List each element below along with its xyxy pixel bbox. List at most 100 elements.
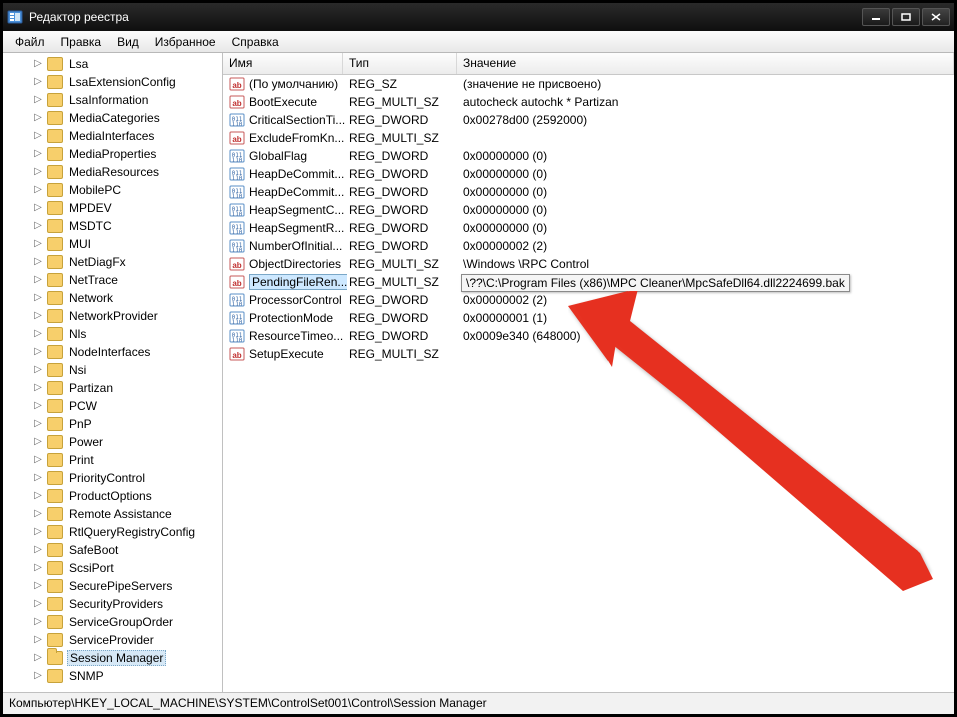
list-row[interactable]: 011110ResourceTimeo...REG_DWORD0x0009e34… — [223, 327, 954, 345]
tree-node[interactable]: ▷SecurityProviders — [3, 595, 222, 613]
column-name[interactable]: Имя — [223, 53, 343, 74]
expander-icon[interactable]: ▷ — [33, 419, 43, 429]
list-row[interactable]: 011110HeapDeCommit...REG_DWORD0x00000000… — [223, 183, 954, 201]
expander-icon[interactable]: ▷ — [33, 275, 43, 285]
tree-node[interactable]: ▷Nls — [3, 325, 222, 343]
list-row[interactable]: abExcludeFromKn...REG_MULTI_SZ — [223, 129, 954, 147]
tree-node[interactable]: ▷MediaCategories — [3, 109, 222, 127]
list-row[interactable]: 011110HeapSegmentR...REG_DWORD0x00000000… — [223, 219, 954, 237]
tree-node[interactable]: ▷ProductOptions — [3, 487, 222, 505]
list-row[interactable]: 011110ProcessorControlREG_DWORD0x0000000… — [223, 291, 954, 309]
expander-icon[interactable]: ▷ — [33, 95, 43, 105]
menu-edit[interactable]: Правка — [53, 33, 110, 51]
column-type[interactable]: Тип — [343, 53, 457, 74]
tree-node[interactable]: ▷Lsa — [3, 55, 222, 73]
tree-node[interactable]: ▷SNMP — [3, 667, 222, 685]
expander-icon[interactable]: ▷ — [33, 347, 43, 357]
list-row[interactable]: abBootExecuteREG_MULTI_SZautocheck autoc… — [223, 93, 954, 111]
tree-node[interactable]: ▷LsaInformation — [3, 91, 222, 109]
tree-node[interactable]: ▷ServiceGroupOrder — [3, 613, 222, 631]
expander-icon[interactable]: ▷ — [33, 491, 43, 501]
expander-icon[interactable]: ▷ — [33, 167, 43, 177]
tree-node[interactable]: ▷Nsi — [3, 361, 222, 379]
tree-node[interactable]: ▷SafeBoot — [3, 541, 222, 559]
menu-favorites[interactable]: Избранное — [147, 33, 224, 51]
list-row[interactable]: ab(По умолчанию)REG_SZ(значение не присв… — [223, 75, 954, 93]
list-row[interactable]: abObjectDirectoriesREG_MULTI_SZ\Windows … — [223, 255, 954, 273]
tree-node[interactable]: ▷NodeInterfaces — [3, 343, 222, 361]
list-row[interactable]: 011110GlobalFlagREG_DWORD0x00000000 (0) — [223, 147, 954, 165]
tree-node[interactable]: ▷MediaResources — [3, 163, 222, 181]
titlebar[interactable]: Редактор реестра — [3, 3, 954, 31]
list-row[interactable]: 011110ProtectionModeREG_DWORD0x00000001 … — [223, 309, 954, 327]
menu-file[interactable]: Файл — [7, 33, 53, 51]
expander-icon[interactable]: ▷ — [33, 617, 43, 627]
minimize-button[interactable] — [862, 8, 890, 26]
expander-icon[interactable]: ▷ — [33, 599, 43, 609]
tree-node[interactable]: ▷MUI — [3, 235, 222, 253]
tree-node[interactable]: ▷MSDTC — [3, 217, 222, 235]
list-body[interactable]: ab(По умолчанию)REG_SZ(значение не присв… — [223, 75, 954, 692]
expander-icon[interactable]: ▷ — [33, 131, 43, 141]
expander-icon[interactable]: ▷ — [33, 293, 43, 303]
expander-icon[interactable]: ▷ — [33, 509, 43, 519]
tree-node[interactable]: ▷PriorityControl — [3, 469, 222, 487]
tree-node[interactable]: ▷SecurePipeServers — [3, 577, 222, 595]
expander-icon[interactable]: ▷ — [33, 311, 43, 321]
tree-node[interactable]: ▷MPDEV — [3, 199, 222, 217]
tree-node[interactable]: ▷PCW — [3, 397, 222, 415]
expander-icon[interactable]: ▷ — [33, 653, 43, 663]
expander-icon[interactable]: ▷ — [33, 383, 43, 393]
menu-help[interactable]: Справка — [224, 33, 287, 51]
tree-node[interactable]: ▷Print — [3, 451, 222, 469]
close-button[interactable] — [922, 8, 950, 26]
list-row[interactable]: 011110NumberOfInitial...REG_DWORD0x00000… — [223, 237, 954, 255]
expander-icon[interactable]: ▷ — [33, 455, 43, 465]
list-row[interactable]: abSetupExecuteREG_MULTI_SZ — [223, 345, 954, 363]
tree-node[interactable]: ▷NetTrace — [3, 271, 222, 289]
expander-icon[interactable]: ▷ — [33, 113, 43, 123]
tree-node[interactable]: ▷Session Manager — [3, 649, 222, 667]
tree-node[interactable]: ▷ServiceProvider — [3, 631, 222, 649]
list-row[interactable]: 011110HeapDeCommit...REG_DWORD0x00000000… — [223, 165, 954, 183]
expander-icon[interactable]: ▷ — [33, 545, 43, 555]
expander-icon[interactable]: ▷ — [33, 185, 43, 195]
tree-node[interactable]: ▷PnP — [3, 415, 222, 433]
tree-node[interactable]: ▷Partizan — [3, 379, 222, 397]
tree-node[interactable]: ▷Power — [3, 433, 222, 451]
expander-icon[interactable]: ▷ — [33, 77, 43, 87]
list-row[interactable]: 011110HeapSegmentC...REG_DWORD0x00000000… — [223, 201, 954, 219]
column-value[interactable]: Значение — [457, 53, 954, 74]
tree-node[interactable]: ▷Network — [3, 289, 222, 307]
expander-icon[interactable]: ▷ — [33, 581, 43, 591]
expander-icon[interactable]: ▷ — [33, 239, 43, 249]
expander-icon[interactable]: ▷ — [33, 671, 43, 681]
expander-icon[interactable]: ▷ — [33, 365, 43, 375]
menu-view[interactable]: Вид — [109, 33, 147, 51]
tree-node[interactable]: ▷MediaInterfaces — [3, 127, 222, 145]
expander-icon[interactable]: ▷ — [33, 527, 43, 537]
expander-icon[interactable]: ▷ — [33, 401, 43, 411]
expander-icon[interactable]: ▷ — [33, 473, 43, 483]
tree-node[interactable]: ▷NetDiagFx — [3, 253, 222, 271]
expander-icon[interactable]: ▷ — [33, 635, 43, 645]
tree-node[interactable]: ▷NetworkProvider — [3, 307, 222, 325]
expander-icon[interactable]: ▷ — [33, 563, 43, 573]
expander-icon[interactable]: ▷ — [33, 257, 43, 267]
tree-node[interactable]: ▷MediaProperties — [3, 145, 222, 163]
list-row[interactable]: 011110CriticalSectionTi...REG_DWORD0x002… — [223, 111, 954, 129]
expander-icon[interactable]: ▷ — [33, 221, 43, 231]
tree-node[interactable]: ▷RtlQueryRegistryConfig — [3, 523, 222, 541]
tree-node[interactable]: ▷ScsiPort — [3, 559, 222, 577]
tree-node[interactable]: ▷Remote Assistance — [3, 505, 222, 523]
expander-icon[interactable]: ▷ — [33, 149, 43, 159]
maximize-button[interactable] — [892, 8, 920, 26]
tree-pane[interactable]: ▷Lsa▷LsaExtensionConfig▷LsaInformation▷M… — [3, 53, 223, 692]
svg-text:110: 110 — [232, 175, 243, 182]
expander-icon[interactable]: ▷ — [33, 329, 43, 339]
tree-node[interactable]: ▷MobilePC — [3, 181, 222, 199]
tree-node[interactable]: ▷LsaExtensionConfig — [3, 73, 222, 91]
expander-icon[interactable]: ▷ — [33, 437, 43, 447]
expander-icon[interactable]: ▷ — [33, 203, 43, 213]
expander-icon[interactable]: ▷ — [33, 59, 43, 69]
